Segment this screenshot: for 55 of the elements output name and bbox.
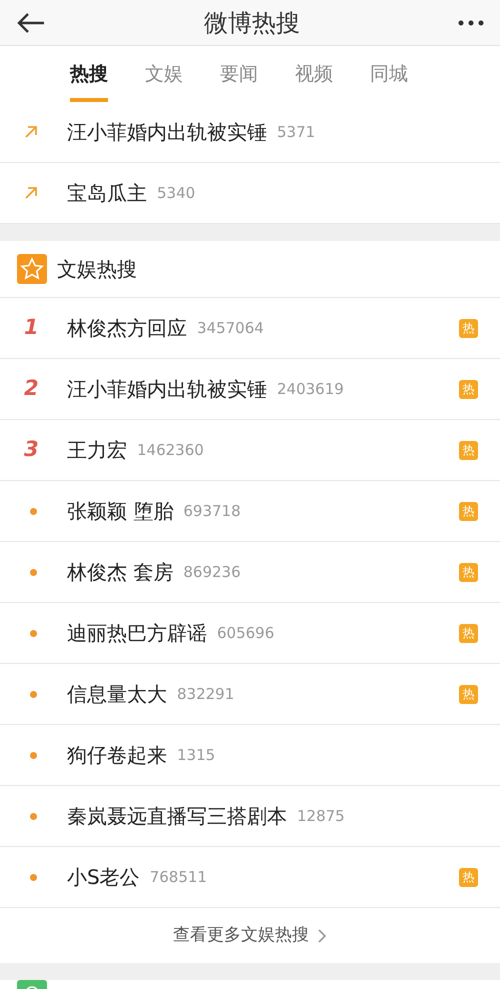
bullet-dot	[30, 630, 37, 636]
bullet-dot	[30, 812, 37, 820]
hot-tag: 热	[459, 624, 478, 642]
search-count: 2403619	[277, 378, 344, 400]
page-title: 微博热搜	[204, 8, 300, 38]
search-count: 1462360	[137, 440, 204, 461]
tab[interactable]: 文娱	[145, 52, 183, 102]
rising-arrow-icon	[24, 186, 38, 200]
bullet-dot	[30, 874, 37, 880]
bullet-dot	[30, 568, 37, 576]
rising-arrow-icon	[24, 125, 38, 139]
hot-tag: 热	[459, 318, 478, 338]
topic-title[interactable]: 汪小菲婚内出轨被实锤	[67, 374, 267, 404]
bullet-dot	[30, 752, 37, 758]
section-title: 文娱热搜	[57, 256, 137, 283]
topic-title[interactable]: 张颖颖 堕胎	[67, 496, 174, 526]
topic-title[interactable]: 林俊杰 套房	[67, 557, 174, 587]
search-count: 832291	[177, 684, 234, 705]
rank-number: 1	[24, 314, 39, 342]
hot-tag: 热	[459, 868, 478, 886]
tab[interactable]: 要闻	[220, 52, 258, 102]
search-count: 3457064	[197, 318, 264, 339]
topic-title[interactable]: 秦岚聂远直播写三搭剧本	[67, 801, 287, 831]
search-count: 5371	[277, 122, 316, 143]
bullet-dot	[30, 690, 37, 698]
tab[interactable]: 视频	[295, 52, 333, 102]
bullet-dot	[30, 508, 37, 514]
more-link[interactable]: 查看更多文娱热搜	[173, 922, 327, 948]
back-icon[interactable]	[16, 12, 46, 34]
hot-tag: 热	[459, 562, 478, 582]
search-count: 869236	[183, 562, 241, 583]
search-count: 12875	[297, 806, 345, 827]
hot-tag: 热	[459, 684, 478, 704]
search-count: 605696	[217, 622, 274, 644]
search-count: 768511	[150, 866, 207, 888]
search-count: 5340	[157, 182, 196, 204]
more-icon[interactable]	[458, 20, 484, 26]
topic-title[interactable]: 王力宏	[67, 435, 127, 465]
hot-tag: 热	[459, 440, 478, 460]
hot-tag: 热	[459, 380, 478, 398]
hot-tag: 热	[459, 502, 478, 520]
search-count: 693718	[183, 500, 241, 522]
topic-title[interactable]: 宝岛瓜主	[67, 178, 147, 208]
topic-title[interactable]: 林俊杰方回应	[67, 313, 187, 343]
tab[interactable]: 热搜	[70, 52, 108, 102]
topic-title[interactable]: 迪丽热巴方辟谣	[67, 618, 207, 648]
topic-title[interactable]: 狗仔卷起来	[67, 740, 167, 770]
rank-number: 2	[24, 375, 39, 402]
topic-title[interactable]: 信息量太大	[67, 679, 167, 709]
rank-number: 3	[24, 436, 39, 464]
topic-title[interactable]: 小S老公	[67, 862, 140, 892]
search-count: 1315	[177, 744, 216, 766]
tab[interactable]: 同城	[370, 52, 408, 102]
chevron-right-icon	[317, 928, 327, 944]
topic-title[interactable]: 汪小菲婚内出轨被实锤	[67, 117, 267, 147]
